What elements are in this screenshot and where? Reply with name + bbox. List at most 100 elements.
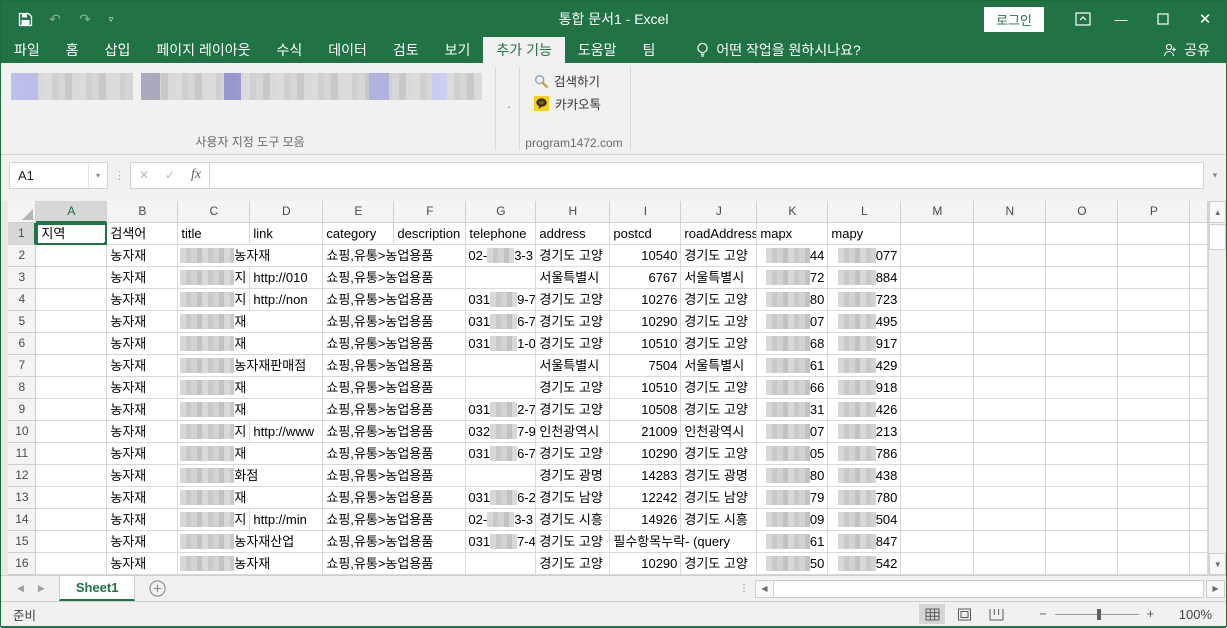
zoom-in-icon[interactable]: + [1147, 607, 1154, 621]
cell-M9[interactable] [901, 399, 974, 421]
cell-P15[interactable] [1118, 531, 1190, 553]
name-box-dropdown-icon[interactable]: ▾ [88, 163, 107, 188]
cell-C13[interactable]: 재 [178, 487, 250, 509]
ribbon-tab-file[interactable]: 파일 [1, 37, 53, 63]
cell-G9[interactable]: 0312-7 [466, 399, 536, 421]
cell-O12[interactable] [1046, 465, 1118, 487]
cell-A1[interactable]: 지역 [36, 223, 107, 245]
cell-L8[interactable]: 918 [828, 377, 901, 399]
cell-M12[interactable] [901, 465, 974, 487]
ribbon-display-options-icon[interactable] [1066, 1, 1100, 37]
cell-L9[interactable]: 426 [828, 399, 901, 421]
cell-L1[interactable]: mapy [828, 223, 901, 245]
cell-K13[interactable]: 79 [757, 487, 828, 509]
cell-C3[interactable]: 지 [178, 267, 250, 289]
cell-I4[interactable]: 10276 [610, 289, 681, 311]
formula-input[interactable] [209, 162, 1204, 189]
cell-A2[interactable] [36, 245, 107, 267]
cell-D5[interactable] [250, 311, 323, 333]
cell-J11[interactable]: 경기도 고양 [681, 443, 757, 465]
column-header-I[interactable]: I [610, 201, 681, 223]
cell-M11[interactable] [901, 443, 974, 465]
kakaotalk-button[interactable]: 카카오톡 [534, 94, 628, 113]
cell-A12[interactable] [36, 465, 107, 487]
cell-D13[interactable] [250, 487, 323, 509]
cell-N13[interactable] [974, 487, 1046, 509]
cell-partial-4[interactable] [1190, 289, 1208, 311]
close-button[interactable]: ✕ [1184, 1, 1226, 37]
row-header-15[interactable]: 15 [8, 531, 36, 553]
cell-C8[interactable]: 재 [178, 377, 250, 399]
cell-D6[interactable] [250, 333, 323, 355]
cell-partial-1[interactable] [1190, 223, 1208, 245]
cell-M6[interactable] [901, 333, 974, 355]
cell-G4[interactable]: 0319-7 [466, 289, 536, 311]
cell-I14[interactable]: 14926 [610, 509, 681, 531]
cell-B11[interactable]: 농자재 [107, 443, 178, 465]
cell-K4[interactable]: 80 [757, 289, 828, 311]
sheet-nav-right-icon[interactable]: ▶ [38, 583, 45, 594]
cell-H4[interactable]: 경기도 고양 [536, 289, 610, 311]
cell-E10[interactable]: 쇼핑,유통>농업용품 [323, 421, 394, 443]
cell-N4[interactable] [974, 289, 1046, 311]
cell-L15[interactable]: 847 [828, 531, 901, 553]
column-header-P[interactable]: P [1118, 201, 1190, 223]
column-header-F[interactable]: F [394, 201, 466, 223]
cell-J9[interactable]: 경기도 고양 [681, 399, 757, 421]
cell-L3[interactable]: 884 [828, 267, 901, 289]
fill-handle[interactable] [103, 241, 107, 245]
share-button[interactable]: 공유 [1147, 37, 1226, 63]
column-header-J[interactable]: J [681, 201, 757, 223]
cell-N12[interactable] [974, 465, 1046, 487]
cell-C4[interactable]: 지 [178, 289, 250, 311]
undo-icon[interactable]: ↶ [45, 9, 65, 29]
cell-H9[interactable]: 경기도 고양 [536, 399, 610, 421]
cell-E4[interactable]: 쇼핑,유통>농업용품 [323, 289, 394, 311]
cell-P2[interactable] [1118, 245, 1190, 267]
column-header-M[interactable]: M [901, 201, 974, 223]
cell-O5[interactable] [1046, 311, 1118, 333]
name-box[interactable]: A1 ▾ [9, 162, 108, 189]
minimize-button[interactable]: — [1100, 1, 1142, 37]
cell-J8[interactable]: 경기도 고양 [681, 377, 757, 399]
cell-P8[interactable] [1118, 377, 1190, 399]
cell-M13[interactable] [901, 487, 974, 509]
cell-E7[interactable]: 쇼핑,유통>농업용품 [323, 355, 394, 377]
tell-me-box[interactable]: 어떤 작업을 원하시나요? [696, 37, 860, 63]
cell-K15[interactable]: 61 [757, 531, 828, 553]
row-header-2[interactable]: 2 [8, 245, 36, 267]
cell-C7[interactable]: 농자재판매점 [178, 355, 250, 377]
cell-I13[interactable]: 12242 [610, 487, 681, 509]
cell-E15[interactable]: 쇼핑,유통>농업용품 [323, 531, 394, 553]
vertical-scrollbar[interactable]: ▲ ▼ [1208, 201, 1226, 575]
cell-L12[interactable]: 438 [828, 465, 901, 487]
cell-E8[interactable]: 쇼핑,유통>농업용품 [323, 377, 394, 399]
insert-function-icon[interactable]: fx [183, 167, 209, 183]
cell-P5[interactable] [1118, 311, 1190, 333]
cell-M10[interactable] [901, 421, 974, 443]
cell-C6[interactable]: 재 [178, 333, 250, 355]
cell-A9[interactable] [36, 399, 107, 421]
ribbon-tab-4[interactable]: 수식 [263, 37, 315, 63]
cell-K11[interactable]: 05 [757, 443, 828, 465]
cell-J13[interactable]: 경기도 남양 [681, 487, 757, 509]
cell-E1[interactable]: category [323, 223, 394, 245]
redo-icon[interactable]: ↷ [75, 9, 95, 29]
cell-partial-8[interactable] [1190, 377, 1208, 399]
cell-C12[interactable]: 화점 [178, 465, 250, 487]
cell-I8[interactable]: 10510 [610, 377, 681, 399]
cell-H6[interactable]: 경기도 고양 [536, 333, 610, 355]
row-header-12[interactable]: 12 [8, 465, 36, 487]
cell-L10[interactable]: 213 [828, 421, 901, 443]
cell-N11[interactable] [974, 443, 1046, 465]
cell-D4[interactable]: http://non [250, 289, 323, 311]
cell-G14[interactable]: 02-3-3 [466, 509, 536, 531]
cell-A16[interactable] [36, 553, 107, 575]
zoom-percentage[interactable]: 100% [1168, 607, 1212, 622]
cell-D11[interactable] [250, 443, 323, 465]
cell-O13[interactable] [1046, 487, 1118, 509]
cell-M16[interactable] [901, 553, 974, 575]
cancel-entry-icon[interactable]: ✕ [131, 168, 157, 182]
cell-B15[interactable]: 농자재 [107, 531, 178, 553]
normal-view-icon[interactable] [919, 604, 945, 624]
